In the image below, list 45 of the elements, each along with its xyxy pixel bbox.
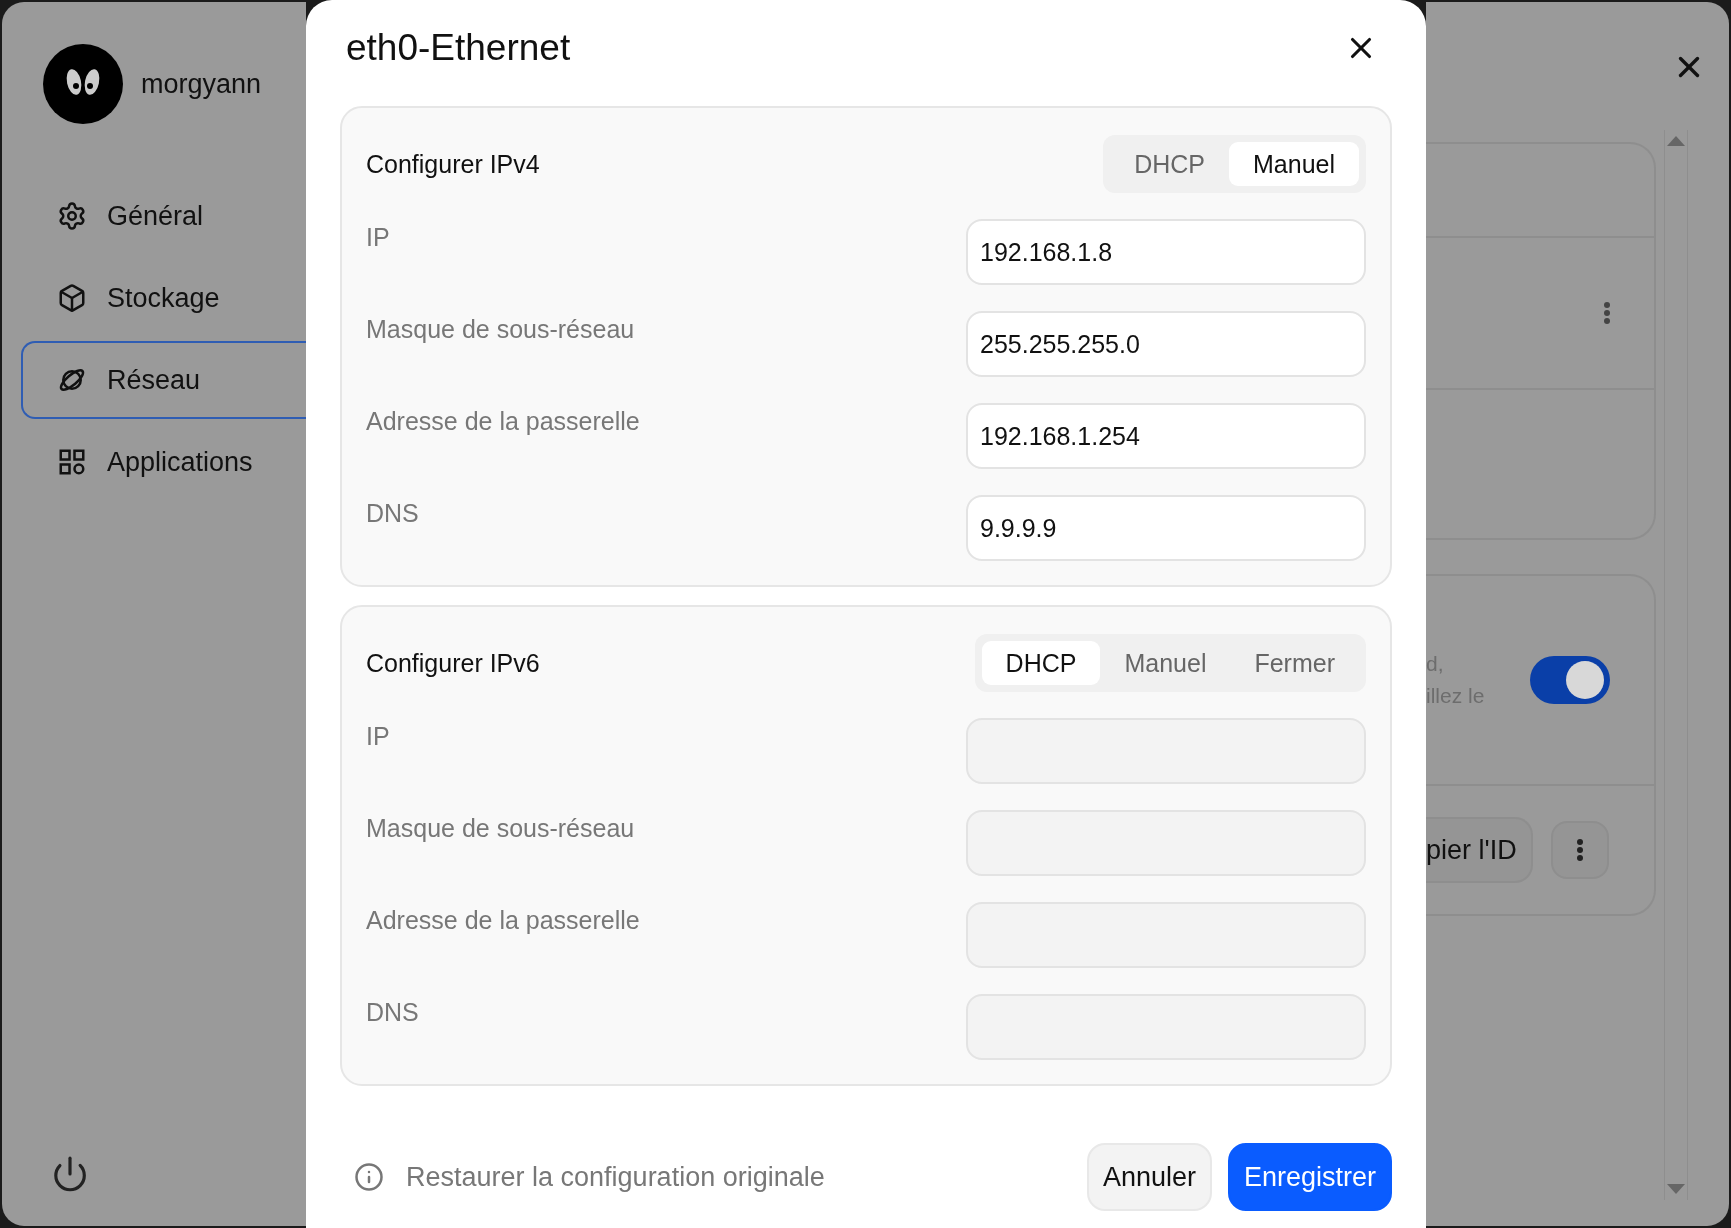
more-icon[interactable] (1604, 302, 1610, 324)
input-field[interactable]: 192.168.1.254 (966, 403, 1366, 469)
up-arrow-icon[interactable] (1667, 136, 1685, 146)
down-arrow-icon[interactable] (1667, 1184, 1685, 1194)
field-label: IP (366, 722, 390, 751)
field-label: Adresse de la passerelle (366, 906, 640, 935)
input-field[interactable]: 255.255.255.0 (966, 311, 1366, 377)
more-button[interactable] (1550, 821, 1609, 879)
copy-id-button[interactable]: pier l'ID (1426, 817, 1533, 883)
field-label: DNS (366, 998, 419, 1027)
sidebar-item[interactable]: Réseau (21, 341, 306, 419)
sidebar-item[interactable]: Général (21, 177, 306, 255)
field-label: Masque de sous-réseau (366, 315, 635, 344)
section-title: Configurer IPv4 (366, 149, 540, 179)
cube-icon (57, 283, 87, 313)
mode-option[interactable]: Fermer (1230, 641, 1359, 685)
sidebar-item-label: Stockage (107, 282, 220, 314)
mode-option[interactable]: DHCP (981, 641, 1101, 685)
restore-link[interactable]: Restaurer la configuration originale (406, 1161, 825, 1193)
mode-option[interactable]: Manuel (1100, 641, 1231, 685)
sidebar-item[interactable]: Stockage (21, 259, 306, 337)
sidebar-item[interactable]: Applications (21, 423, 306, 501)
toggle-switch[interactable] (1530, 656, 1610, 704)
sidebar-item-label: Réseau (107, 364, 201, 396)
field-label: Adresse de la passerelle (366, 407, 640, 436)
user-name: morgyann (141, 68, 262, 100)
input-field[interactable]: 9.9.9.9 (966, 495, 1366, 561)
section-title: Configurer IPv6 (366, 648, 540, 678)
scrollbar[interactable] (1664, 130, 1688, 1200)
sidebar-item-label: Applications (107, 446, 253, 478)
save-button[interactable]: Enregistrer (1227, 1143, 1392, 1211)
mode-option[interactable]: Manuel (1229, 142, 1359, 186)
info-icon (354, 1162, 384, 1192)
avatar-icon (43, 44, 123, 124)
mode-option[interactable]: DHCP (1110, 142, 1229, 186)
more-icon (1576, 839, 1583, 861)
input-field[interactable]: 192.168.1.8 (966, 219, 1366, 285)
grid-icon (57, 447, 87, 477)
dialog-title: eth0-Ethernet (346, 27, 571, 69)
field-label: IP (366, 223, 390, 252)
sidebar-item-label: Général (107, 200, 204, 232)
cancel-button[interactable]: Annuler (1086, 1143, 1212, 1211)
field-label: Masque de sous-réseau (366, 814, 635, 843)
field-label: DNS (366, 499, 419, 528)
gear-icon (57, 201, 87, 231)
